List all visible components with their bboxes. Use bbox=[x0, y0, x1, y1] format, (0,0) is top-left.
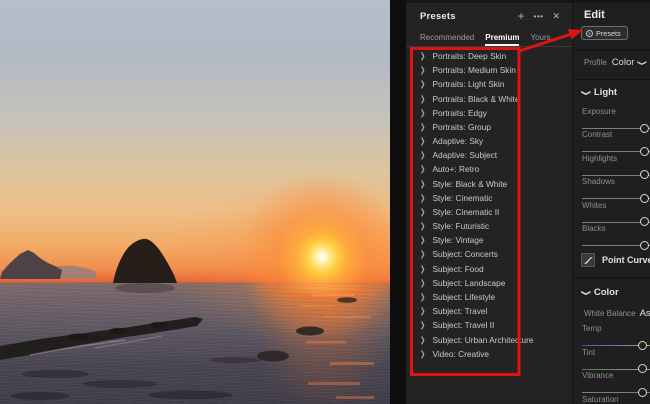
highlights-slider-track[interactable] bbox=[582, 170, 650, 180]
preset-item-adaptive-sky[interactable]: ❯ Adaptive: Sky bbox=[406, 134, 572, 148]
temp-slider: Temp bbox=[582, 324, 650, 350]
blacks-slider-knob[interactable] bbox=[640, 240, 649, 250]
chevron-right-icon: ❯ bbox=[420, 293, 426, 302]
preset-item-auto-retro[interactable]: ❯ Auto+: Retro bbox=[406, 162, 572, 176]
contrast-slider-track[interactable] bbox=[582, 146, 650, 156]
tint-slider: Tint bbox=[582, 348, 650, 373]
close-icon[interactable]: ✕ bbox=[552, 11, 560, 22]
divider bbox=[573, 50, 650, 51]
tint-slider-track[interactable] bbox=[582, 364, 650, 373]
chevron-right-icon: ❯ bbox=[420, 137, 426, 147]
edit-panel-title: Edit bbox=[584, 9, 605, 21]
create-preset-icon[interactable]: + bbox=[518, 10, 525, 22]
blacks-slider-track[interactable] bbox=[582, 240, 650, 250]
lightroom-window: Presets + ••• ✕ Recommended Premium Your… bbox=[0, 0, 650, 404]
color-section-header[interactable]: ❯ Color bbox=[580, 287, 619, 298]
contrast-slider: Contrast bbox=[582, 130, 650, 156]
preset-item-subject-landscape[interactable]: ❯ Subject: Landscape bbox=[406, 276, 572, 290]
photo-silhouettes bbox=[0, 238, 374, 400]
workspace-background bbox=[390, 0, 406, 404]
preset-item-subject-lifestyle[interactable]: ❯ Subject: Lifestyle bbox=[406, 290, 572, 304]
presets-toggle-button[interactable]: Presets bbox=[581, 26, 628, 40]
white-balance-dropdown[interactable]: White Balance As Shot bbox=[584, 308, 650, 319]
preset-item-portraits-edgy[interactable]: ❯ Portraits: Edgy bbox=[406, 106, 572, 120]
shadows-slider: Shadows bbox=[582, 177, 650, 203]
chevron-right-icon: ❯ bbox=[420, 208, 426, 217]
exposure-slider: Exposure bbox=[582, 107, 650, 133]
preset-list: ❯ Portraits: Deep Skin ❯ Portraits: Medium… bbox=[406, 49, 572, 361]
preset-item-portraits-medium-skin[interactable]: ❯ Portraits: Medium Skin bbox=[406, 63, 572, 77]
chevron-right-icon: ❯ bbox=[420, 123, 426, 132]
whites-slider-track[interactable] bbox=[582, 217, 650, 227]
preset-item-adaptive-subject[interactable]: ❯ Adaptive: Subject bbox=[406, 148, 572, 162]
blacks-slider: Blacks bbox=[582, 224, 650, 250]
edit-panel: Edit Presets Profile Color ❯ ❯ Light Exp… bbox=[572, 0, 650, 404]
chevron-down-icon: ❯ bbox=[580, 89, 590, 96]
tab-premium[interactable]: Premium bbox=[485, 33, 520, 46]
tab-recommended[interactable]: Recommended bbox=[420, 33, 474, 46]
chevron-right-icon: ❯ bbox=[420, 264, 426, 274]
chevron-down-icon: ❯ bbox=[580, 289, 590, 296]
chevron-right-icon: ❯ bbox=[420, 179, 426, 189]
photo-canvas-sunset bbox=[0, 0, 390, 404]
preset-item-subject-concerts[interactable]: ❯ Subject: Concerts bbox=[406, 247, 572, 261]
preset-item-style-cinematic-ii[interactable]: ❯ Style: Cinematic II bbox=[406, 205, 572, 219]
presets-panel: Presets + ••• ✕ Recommended Premium Your… bbox=[406, 0, 572, 404]
preset-item-subject-travel-ii[interactable]: ❯ Subject: Travel II bbox=[406, 318, 572, 332]
highlights-slider: Highlights bbox=[582, 154, 650, 180]
preset-item-portraits-deep-skin[interactable]: ❯ Portraits: Deep Skin bbox=[406, 49, 572, 63]
chevron-right-icon: ❯ bbox=[420, 335, 426, 345]
presets-panel-header: Presets + ••• ✕ bbox=[406, 0, 572, 29]
chevron-right-icon: ❯ bbox=[420, 151, 426, 161]
chevron-right-icon: ❯ bbox=[420, 250, 426, 260]
preset-item-portraits-black-white[interactable]: ❯ Portraits: Black & White bbox=[406, 92, 572, 106]
saturation-slider: Saturation bbox=[582, 394, 619, 404]
chevron-right-icon: ❯ bbox=[420, 194, 426, 203]
vibrance-slider-track[interactable] bbox=[582, 387, 650, 397]
chevron-right-icon: ❯ bbox=[420, 222, 426, 232]
preset-item-subject-travel[interactable]: ❯ Subject: Travel bbox=[406, 304, 572, 318]
whites-slider: Whites bbox=[582, 201, 650, 227]
presets-button-icon bbox=[586, 29, 593, 37]
presets-panel-title: Presets bbox=[420, 10, 456, 22]
preset-item-portraits-group[interactable]: ❯ Portraits: Group bbox=[406, 120, 572, 134]
preset-item-style-futuristic[interactable]: ❯ Style: Futuristic bbox=[406, 219, 572, 233]
tab-yours[interactable]: Yours bbox=[530, 33, 550, 46]
preset-item-style-vintage[interactable]: ❯ Style: Vintage bbox=[406, 233, 572, 247]
point-curve-row[interactable]: Point Curve bbox=[581, 253, 650, 267]
preset-item-style-black-white[interactable]: ❯ Style: Black & White bbox=[406, 177, 572, 191]
chevron-right-icon: ❯ bbox=[420, 66, 426, 76]
point-curve-icon bbox=[581, 253, 595, 267]
preset-item-subject-urban-architecture[interactable]: ❯ Subject: Urban Architecture bbox=[406, 332, 572, 346]
chevron-right-icon: ❯ bbox=[420, 321, 426, 331]
preset-item-video-creative[interactable]: ❯ Video: Creative bbox=[406, 347, 572, 361]
light-section-header[interactable]: ❯ Light bbox=[580, 87, 617, 98]
divider bbox=[573, 79, 650, 80]
chevron-right-icon: ❯ bbox=[420, 349, 426, 359]
chevron-right-icon: ❯ bbox=[420, 165, 426, 175]
chevron-right-icon: ❯ bbox=[420, 52, 426, 62]
preset-item-subject-food[interactable]: ❯ Subject: Food bbox=[406, 262, 572, 276]
divider bbox=[573, 277, 650, 278]
chevron-right-icon: ❯ bbox=[420, 307, 426, 317]
more-options-icon[interactable]: ••• bbox=[534, 12, 544, 21]
chevron-right-icon: ❯ bbox=[420, 109, 426, 118]
preset-item-style-cinematic[interactable]: ❯ Style: Cinematic bbox=[406, 191, 572, 205]
profile-dropdown[interactable]: Profile Color ❯ bbox=[584, 57, 647, 68]
chevron-down-icon: ❯ bbox=[637, 59, 647, 66]
chevron-right-icon: ❯ bbox=[420, 94, 426, 104]
preset-item-portraits-light-skin[interactable]: ❯ Portraits: Light Skin bbox=[406, 77, 572, 91]
temp-slider-track[interactable] bbox=[582, 340, 650, 350]
chevron-right-icon: ❯ bbox=[420, 279, 426, 288]
exposure-slider-track[interactable] bbox=[582, 123, 650, 133]
shadows-slider-track[interactable] bbox=[582, 193, 650, 203]
chevron-right-icon: ❯ bbox=[420, 80, 426, 90]
vibrance-slider: Vibrance bbox=[582, 371, 650, 397]
presets-tab-bar: Recommended Premium Yours bbox=[406, 29, 572, 47]
chevron-right-icon: ❯ bbox=[420, 236, 426, 246]
